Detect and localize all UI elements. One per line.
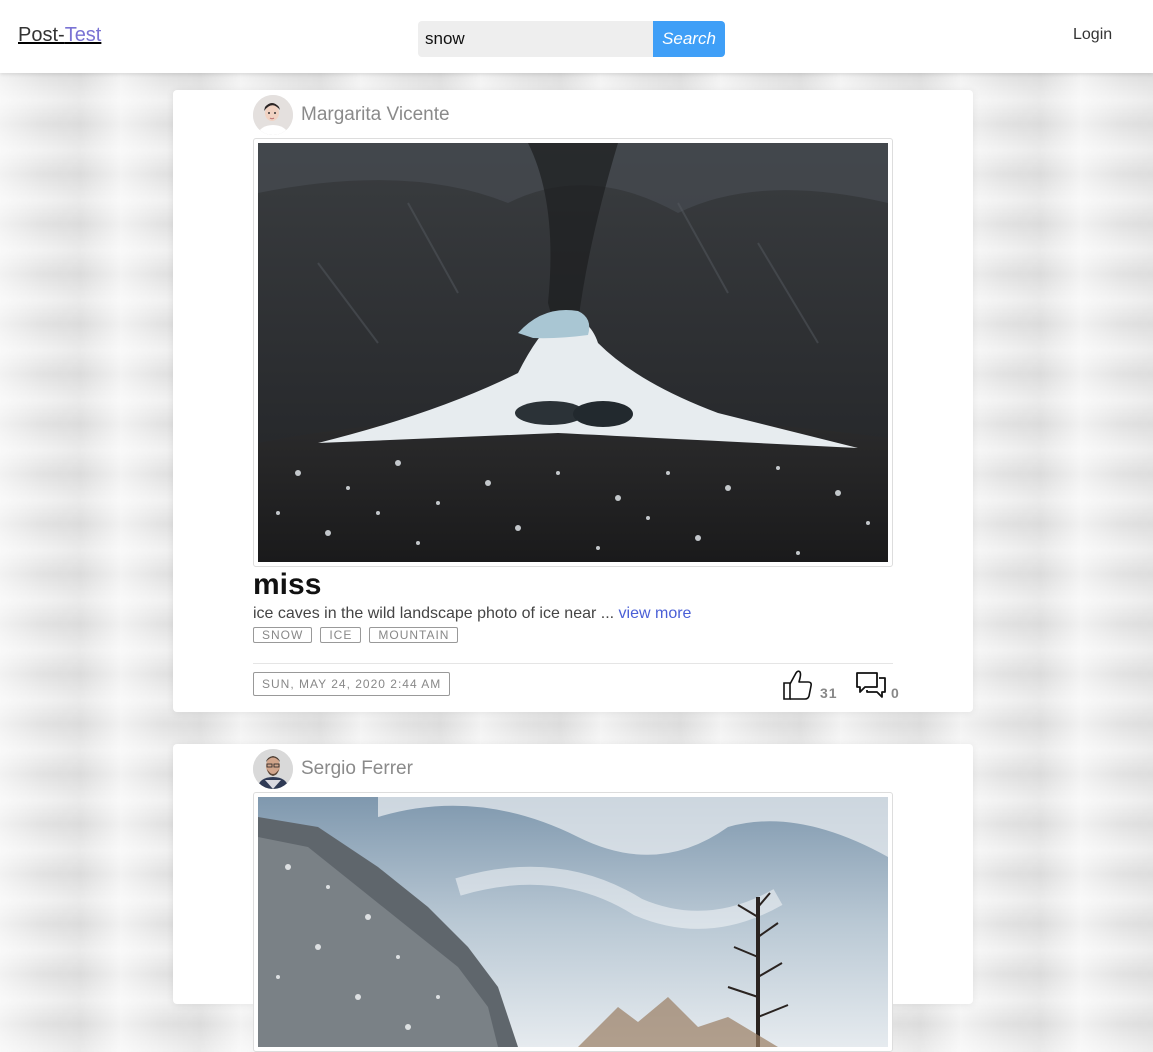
- post-description: ice caves in the wild landscape photo of…: [253, 605, 691, 623]
- post-image-frame[interactable]: [253, 792, 893, 1052]
- avatar-image: [253, 749, 293, 789]
- tag-mountain[interactable]: MOUNTAIN: [369, 627, 459, 643]
- post-image-snowy-mountain: [258, 797, 888, 1047]
- post-image-ice-cave: [258, 143, 888, 562]
- author-name[interactable]: Sergio Ferrer: [301, 758, 413, 780]
- post-date: SUN, MAY 24, 2020 2:44 AM: [253, 672, 451, 696]
- post-title[interactable]: miss: [253, 568, 321, 602]
- post-card: Sergio Ferrer: [173, 744, 973, 1052]
- login-link[interactable]: Login: [1073, 26, 1112, 44]
- tag-ice[interactable]: ICE: [320, 627, 362, 643]
- brand-text-test[interactable]: Test: [65, 24, 102, 46]
- tag-snow[interactable]: SNOW: [253, 627, 313, 643]
- thumbs-up-icon[interactable]: [781, 668, 815, 707]
- author-avatar[interactable]: [253, 749, 293, 789]
- post-description-text: ice caves in the wild landscape photo of…: [253, 605, 619, 622]
- tag-list: SNOW ICE MOUNTAIN: [253, 627, 459, 643]
- comment-icon[interactable]: [855, 670, 887, 705]
- like-count: 31: [820, 685, 838, 701]
- search-input[interactable]: [418, 21, 653, 57]
- top-navbar: Post-Test Search Login: [0, 0, 1153, 73]
- brand-link[interactable]: Post-Test: [18, 24, 101, 47]
- brand-text-post[interactable]: Post-: [18, 24, 65, 46]
- view-more-link[interactable]: view more: [619, 605, 692, 622]
- post-card: Margarita Vicente miss ice caves in the …: [173, 90, 973, 712]
- avatar-image: [253, 95, 293, 135]
- author-avatar[interactable]: [253, 95, 293, 135]
- search-button[interactable]: Search: [653, 21, 725, 57]
- post-image-frame[interactable]: [253, 138, 893, 567]
- card-divider: [253, 663, 893, 664]
- author-name[interactable]: Margarita Vicente: [301, 104, 450, 126]
- comment-count: 0: [891, 685, 899, 701]
